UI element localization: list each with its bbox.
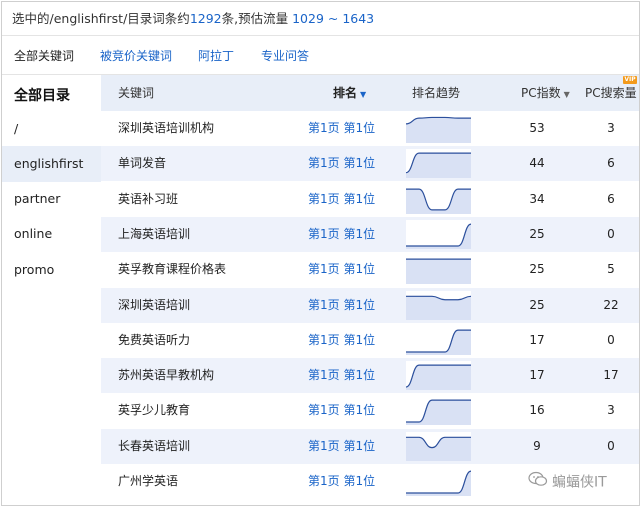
- header-rank-label: 排名: [333, 86, 358, 100]
- rank-link[interactable]: 第1页 第1位: [308, 429, 375, 464]
- sparkline-area: [406, 153, 471, 179]
- rank-link[interactable]: 第1页 第1位: [308, 182, 375, 217]
- rank-link[interactable]: 第1页 第1位: [308, 146, 375, 181]
- summary-path: /englishfirst/: [49, 11, 128, 26]
- table-header: 关键词 排名 ▼ 排名趋势 PC指数 ▼ PC搜索量 VIP: [101, 75, 639, 111]
- rank-trend-sparkline: [406, 219, 471, 249]
- keyword-cell: 免费英语听力: [118, 332, 191, 347]
- rank-trend-sparkline: [406, 290, 471, 320]
- keyword-cell: 广州学英语: [118, 474, 179, 488]
- rank-link[interactable]: 第1页 第1位: [308, 111, 375, 146]
- pc-index-cell: 25: [529, 262, 545, 277]
- pc-volume-cell: 6: [607, 191, 615, 206]
- pc-volume-cell: 0: [607, 226, 615, 241]
- pc-volume-cell: 3: [607, 121, 615, 135]
- rank-link[interactable]: 第1页 第1位: [308, 358, 375, 393]
- tab-all-keywords[interactable]: 全部关键词: [14, 47, 74, 65]
- keyword-cell: 长春英语培训: [118, 438, 191, 453]
- pc-volume-cell: 0: [607, 438, 615, 453]
- keyword-tabs: 全部关键词 被竞价关键词 阿拉丁 专业问答: [2, 36, 639, 74]
- pc-volume-cell: 0: [607, 332, 615, 347]
- header-pc-index[interactable]: PC指数 ▼: [521, 75, 570, 111]
- tab-professional-qa[interactable]: 专业问答: [261, 47, 309, 65]
- traffic-estimate: 1029 ~ 1643: [292, 11, 375, 26]
- header-rank[interactable]: 排名 ▼: [333, 75, 366, 111]
- sidebar-item-partner[interactable]: partner: [2, 181, 101, 217]
- table-row: 长春英语培训 第1页 第1位 9 0: [101, 428, 639, 464]
- sparkline-area: [406, 259, 471, 285]
- pc-index-cell: 17: [529, 368, 545, 383]
- watermark: 蝙蝠侠IT: [528, 471, 607, 493]
- sidebar-item-promo[interactable]: promo: [2, 252, 101, 288]
- table-row: 上海英语培训 第1页 第1位 25 0: [101, 216, 639, 252]
- header-rank-trend: 排名趋势: [412, 86, 461, 100]
- sidebar-title: 全部目录: [14, 88, 70, 104]
- keyword-cell: 深圳英语培训机构: [118, 121, 215, 135]
- summary-after-count: 条,预估流量: [221, 11, 289, 26]
- rank-link[interactable]: 第1页 第1位: [308, 464, 375, 499]
- pc-index-cell: 25: [529, 297, 545, 312]
- directory-sidebar: 全部目录 / englishfirst partner online promo: [2, 75, 101, 505]
- pc-volume-cell: 3: [607, 403, 615, 418]
- keyword-cell: 英语补习班: [118, 191, 179, 206]
- vip-badge: VIP: [623, 76, 637, 84]
- rank-link[interactable]: 第1页 第1位: [308, 288, 375, 323]
- keyword-cell: 英孚教育课程价格表: [118, 262, 227, 277]
- rank-trend-sparkline: [406, 396, 471, 426]
- rank-trend-sparkline: [406, 467, 471, 496]
- rank-trend-sparkline: [406, 149, 471, 179]
- rank-trend-sparkline: [406, 431, 471, 461]
- table-row: 深圳英语培训机构 第1页 第1位 53 3: [101, 111, 639, 146]
- table-row: 英语补习班 第1页 第1位 34 6: [101, 182, 639, 217]
- summary-line: 选中的/englishfirst/目录词条约1292条,预估流量 1029 ~ …: [12, 10, 374, 28]
- table-row: 深圳英语培训 第1页 第1位 25 22: [101, 287, 639, 323]
- header-keyword: 关键词: [118, 86, 155, 100]
- sidebar-item-online[interactable]: online: [2, 216, 101, 252]
- pc-volume-cell: 6: [607, 156, 615, 171]
- sort-caret-icon: ▼: [563, 90, 570, 99]
- pc-volume-cell: 5: [607, 262, 615, 277]
- sidebar-item-englishfirst[interactable]: englishfirst: [2, 146, 101, 182]
- keyword-count: 1292: [189, 11, 222, 26]
- wechat-icon: [528, 471, 548, 494]
- pc-index-cell: 44: [529, 156, 545, 171]
- table-row: 单词发音 第1页 第1位 44 6: [101, 146, 639, 182]
- pc-volume-cell: 22: [603, 297, 619, 312]
- pc-index-cell: 53: [529, 121, 545, 135]
- summary-prefix: 选中的: [12, 11, 50, 26]
- pc-index-cell: 34: [529, 191, 545, 206]
- table-row: 免费英语听力 第1页 第1位 17 0: [101, 323, 639, 358]
- summary-mid: 目录词条约: [127, 11, 190, 26]
- tab-bidding-keywords[interactable]: 被竞价关键词: [100, 47, 172, 65]
- sparkline-area: [406, 117, 471, 143]
- rank-trend-sparkline: [406, 255, 471, 285]
- table-row: 苏州英语早教机构 第1页 第1位 17 17: [101, 358, 639, 394]
- rank-link[interactable]: 第1页 第1位: [308, 393, 375, 428]
- rank-link[interactable]: 第1页 第1位: [308, 323, 375, 358]
- pc-index-cell: 9: [533, 438, 541, 453]
- watermark-text: 蝙蝠侠IT: [552, 474, 607, 491]
- rank-link[interactable]: 第1页 第1位: [308, 217, 375, 252]
- rank-trend-sparkline: [406, 325, 471, 355]
- table-row: 英孚教育课程价格表 第1页 第1位 25 5: [101, 252, 639, 287]
- rank-link[interactable]: 第1页 第1位: [308, 252, 375, 287]
- rank-trend-sparkline: [406, 114, 471, 143]
- keyword-cell: 苏州英语早教机构: [118, 368, 215, 383]
- sort-caret-icon: ▼: [360, 90, 367, 99]
- pc-index-cell: 25: [529, 226, 545, 241]
- rank-trend-sparkline: [406, 361, 471, 391]
- sidebar-item-root[interactable]: /: [2, 111, 101, 147]
- keyword-panel: 选中的/englishfirst/目录词条约1292条,预估流量 1029 ~ …: [1, 1, 640, 506]
- keyword-cell: 深圳英语培训: [118, 297, 191, 312]
- tab-aladdin[interactable]: 阿拉丁: [198, 47, 234, 65]
- keyword-cell: 上海英语培训: [118, 226, 191, 241]
- keyword-cell: 英孚少儿教育: [118, 403, 191, 418]
- table-row: 英孚少儿教育 第1页 第1位 16 3: [101, 393, 639, 428]
- pc-index-cell: 16: [529, 403, 545, 418]
- header-pc-index-label: PC指数: [521, 86, 561, 100]
- pc-volume-cell: 17: [603, 368, 619, 383]
- rank-trend-sparkline: [406, 184, 471, 214]
- keyword-cell: 单词发音: [118, 156, 167, 171]
- pc-index-cell: 17: [529, 332, 545, 347]
